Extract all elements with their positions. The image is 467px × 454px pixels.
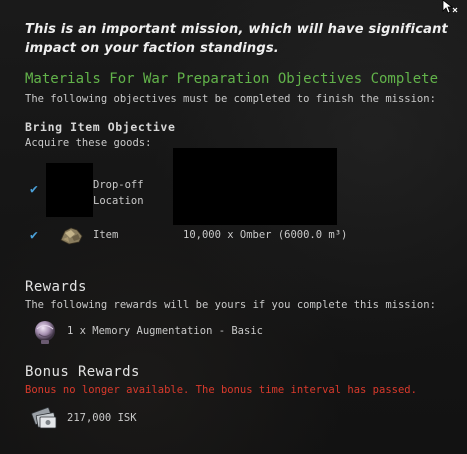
dropoff-location-value[interactable]	[173, 148, 337, 225]
warning-line-1: This is an important mission, which will…	[25, 22, 448, 37]
dropoff-location-thumbnail[interactable]	[46, 163, 93, 217]
implant-icon[interactable]	[31, 318, 59, 346]
bonus-reward-item-text: 217,000 ISK	[67, 412, 137, 424]
isk-icon[interactable]	[30, 404, 60, 432]
bonus-rewards-title: Bonus Rewards	[25, 364, 140, 380]
rewards-description: The following rewards will be yours if y…	[25, 299, 436, 311]
objectives-complete-title: Materials For War Preparation Objectives…	[25, 71, 439, 87]
bring-item-description: Acquire these goods:	[25, 137, 152, 149]
item-checkmark-icon: ✔	[30, 228, 38, 243]
item-value: 10,000 x Omber (6000.0 m³)	[183, 229, 348, 241]
mouse-cursor-icon	[442, 0, 458, 14]
dropoff-label: Drop-off Location	[93, 179, 144, 207]
reward-item-text: 1 x Memory Augmentation - Basic	[67, 325, 263, 337]
bring-item-title: Bring Item Objective	[25, 120, 176, 134]
item-label: Item	[93, 229, 119, 241]
ore-icon[interactable]	[59, 224, 85, 246]
rewards-title: Rewards	[25, 279, 87, 295]
objectives-description: The following objectives must be complet…	[25, 93, 436, 105]
bonus-status-text: Bonus no longer available. The bonus tim…	[25, 384, 417, 396]
dropoff-checkmark-icon: ✔	[30, 182, 38, 197]
warning-line-2: impact on your faction standings.	[25, 41, 279, 56]
mission-importance-warning: This is an important mission, which will…	[25, 20, 448, 58]
